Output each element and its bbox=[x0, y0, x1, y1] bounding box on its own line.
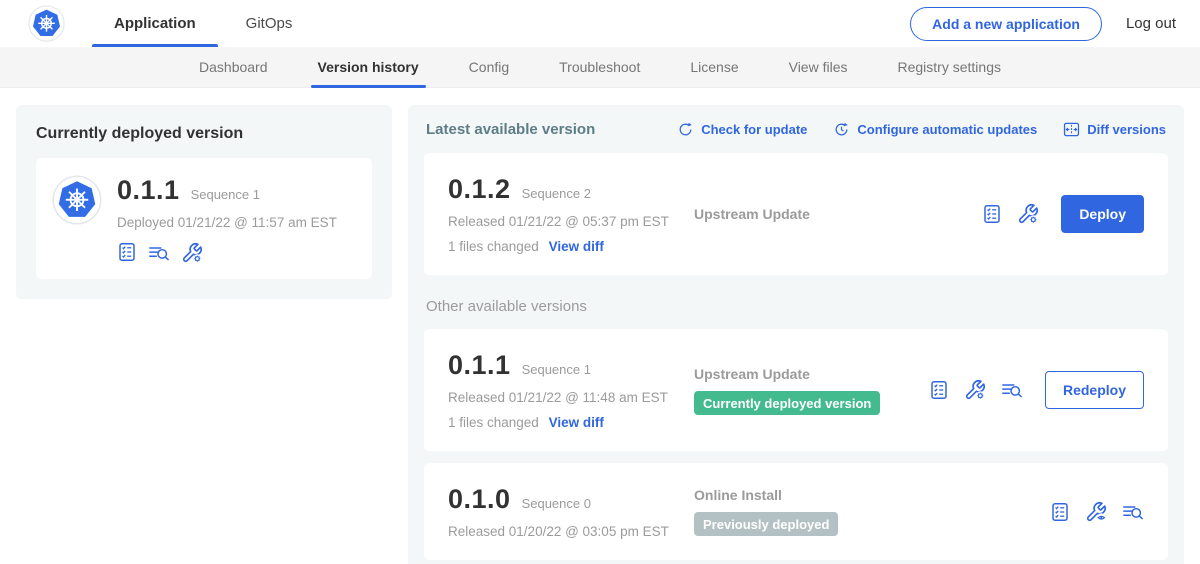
currently-deployed-badge: Currently deployed version bbox=[694, 391, 880, 415]
view-diff-link[interactable]: View diff bbox=[549, 415, 604, 430]
deploy-button[interactable]: Deploy bbox=[1061, 195, 1144, 233]
source-label: Upstream Update bbox=[694, 366, 919, 382]
app-kubernetes-logo-icon bbox=[52, 175, 102, 225]
subnav-tab-version-history[interactable]: Version history bbox=[293, 47, 444, 87]
version-number: 0.1.1 bbox=[448, 350, 511, 381]
refresh-icon bbox=[677, 121, 694, 138]
version-actions: Deploy bbox=[982, 195, 1144, 233]
top-nav: Application GitOps Add a new application… bbox=[0, 0, 1200, 47]
subnav-tab-config[interactable]: Config bbox=[444, 47, 534, 87]
version-card-0-1-0: 0.1.0 Sequence 0 Released 01/20/22 @ 03:… bbox=[424, 463, 1168, 560]
logs-search-icon[interactable] bbox=[148, 242, 170, 264]
source-label: Online Install bbox=[694, 487, 1040, 503]
wrench-gear-icon[interactable] bbox=[181, 242, 203, 264]
currently-deployed-title: Currently deployed version bbox=[36, 125, 372, 143]
sequence-label: Sequence 1 bbox=[522, 362, 591, 377]
released-timestamp: Released 01/21/22 @ 05:37 pm EST bbox=[448, 214, 694, 229]
diff-versions-label: Diff versions bbox=[1087, 122, 1166, 137]
configure-automatic-updates-link[interactable]: Configure automatic updates bbox=[833, 121, 1037, 138]
version-card-0-1-1: 0.1.1 Sequence 1 Released 01/21/22 @ 11:… bbox=[424, 329, 1168, 451]
subnav-tab-license[interactable]: License bbox=[665, 47, 763, 87]
view-diff-link[interactable]: View diff bbox=[549, 239, 604, 254]
tab-gitops-label: GitOps bbox=[246, 15, 293, 32]
sequence-label: Sequence 2 bbox=[522, 186, 591, 201]
version-number: 0.1.2 bbox=[448, 174, 511, 205]
latest-available-title: Latest available version bbox=[426, 121, 595, 138]
other-available-versions-title: Other available versions bbox=[426, 298, 1166, 315]
files-changed-label: 1 files changed bbox=[448, 415, 539, 430]
add-new-application-button[interactable]: Add a new application bbox=[910, 7, 1102, 41]
subnav-tab-troubleshoot[interactable]: Troubleshoot bbox=[534, 47, 665, 87]
version-source: Upstream Update Currently deployed versi… bbox=[694, 366, 929, 415]
subnav-tab-dashboard[interactable]: Dashboard bbox=[174, 47, 293, 87]
files-changed-label: 1 files changed bbox=[448, 239, 539, 254]
top-nav-tabs: Application GitOps bbox=[89, 0, 317, 47]
deployed-version-tile: 0.1.1 Sequence 1 Deployed 01/21/22 @ 11:… bbox=[36, 158, 372, 279]
checklist-icon[interactable] bbox=[1050, 502, 1070, 522]
version-actions bbox=[1050, 501, 1144, 523]
checklist-icon[interactable] bbox=[929, 380, 949, 400]
logs-search-icon[interactable] bbox=[1001, 379, 1023, 401]
tab-application-label: Application bbox=[114, 15, 196, 32]
diff-icon bbox=[1063, 121, 1080, 138]
version-history-panel: Latest available version Check for updat… bbox=[408, 105, 1184, 564]
source-label: Upstream Update bbox=[694, 206, 972, 222]
released-timestamp: Released 01/21/22 @ 11:48 am EST bbox=[448, 390, 694, 405]
configure-automatic-updates-label: Configure automatic updates bbox=[857, 122, 1037, 137]
version-number: 0.1.0 bbox=[448, 484, 511, 515]
top-nav-right: Add a new application Log out bbox=[910, 7, 1176, 41]
version-info: 0.1.2 Sequence 2 Released 01/21/22 @ 05:… bbox=[448, 174, 694, 254]
subnav-tab-registry-settings[interactable]: Registry settings bbox=[873, 47, 1026, 87]
redeploy-button[interactable]: Redeploy bbox=[1045, 371, 1144, 409]
logs-search-icon[interactable] bbox=[1122, 501, 1144, 523]
deployed-version-number: 0.1.1 bbox=[117, 175, 180, 206]
version-source: Online Install Previously deployed bbox=[694, 487, 1050, 536]
released-timestamp: Released 01/20/22 @ 03:05 pm EST bbox=[448, 524, 694, 539]
version-actions: Redeploy bbox=[929, 371, 1144, 409]
deployed-version-details: 0.1.1 Sequence 1 Deployed 01/21/22 @ 11:… bbox=[117, 175, 337, 264]
checklist-icon[interactable] bbox=[117, 242, 137, 262]
tab-application[interactable]: Application bbox=[89, 0, 221, 47]
kubernetes-logo-icon bbox=[28, 5, 65, 42]
version-source: Upstream Update bbox=[694, 206, 982, 222]
wrench-gear-icon[interactable] bbox=[964, 379, 986, 401]
wrench-gear-icon[interactable] bbox=[1017, 203, 1039, 225]
version-info: 0.1.0 Sequence 0 Released 01/20/22 @ 03:… bbox=[448, 484, 694, 539]
deployed-sequence-label: Sequence 1 bbox=[191, 187, 260, 202]
wrench-eye-icon[interactable] bbox=[1085, 501, 1107, 523]
version-info: 0.1.1 Sequence 1 Released 01/21/22 @ 11:… bbox=[448, 350, 694, 430]
subnav-tab-view-files[interactable]: View files bbox=[764, 47, 873, 87]
app-subnav: Dashboard Version history Config Trouble… bbox=[0, 47, 1200, 88]
auto-update-icon bbox=[833, 121, 850, 138]
panel-header-actions: Check for update Configure automatic upd… bbox=[677, 121, 1166, 138]
currently-deployed-card: Currently deployed version 0.1.1 Sequenc… bbox=[16, 105, 392, 299]
deployed-timestamp: Deployed 01/21/22 @ 11:57 am EST bbox=[117, 215, 337, 230]
logout-button[interactable]: Log out bbox=[1126, 15, 1176, 32]
previously-deployed-badge: Previously deployed bbox=[694, 512, 838, 536]
check-for-update-link[interactable]: Check for update bbox=[677, 121, 807, 138]
tab-gitops[interactable]: GitOps bbox=[221, 0, 318, 47]
checklist-icon[interactable] bbox=[982, 204, 1002, 224]
main-content: Currently deployed version 0.1.1 Sequenc… bbox=[0, 88, 1200, 564]
sequence-label: Sequence 0 bbox=[522, 496, 591, 511]
version-card-0-1-2: 0.1.2 Sequence 2 Released 01/21/22 @ 05:… bbox=[424, 153, 1168, 275]
check-for-update-label: Check for update bbox=[701, 122, 807, 137]
diff-versions-link[interactable]: Diff versions bbox=[1063, 121, 1166, 138]
panel-header: Latest available version Check for updat… bbox=[426, 121, 1166, 138]
